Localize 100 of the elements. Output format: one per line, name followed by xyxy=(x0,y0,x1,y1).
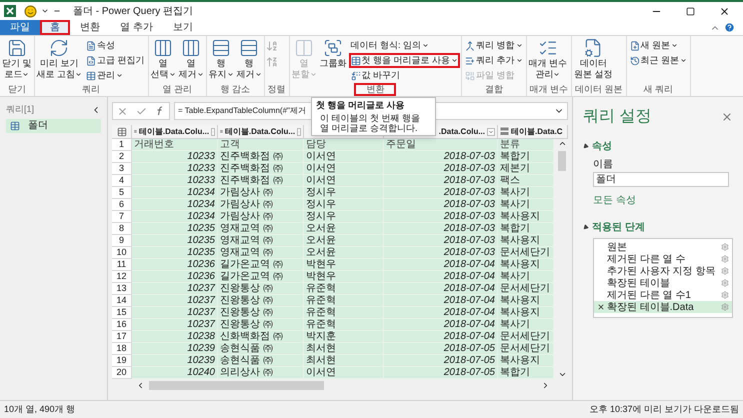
table-cell: 2018-07-03 xyxy=(384,175,498,187)
table-cell: 복합기 xyxy=(498,223,554,235)
table-cell: 10237 xyxy=(132,319,218,331)
table-cell: 2018-07-04 xyxy=(384,283,498,295)
table-cell: 2018-07-04 xyxy=(384,295,498,307)
table-cell: 오서윤 xyxy=(304,235,384,247)
group-label: 쿼리 xyxy=(81,83,102,96)
group-label: 새 쿼리 xyxy=(642,83,674,96)
group-label: 데이터 원본 xyxy=(574,83,624,96)
row-number: 15 xyxy=(112,307,132,319)
table-cell: 유준혁 xyxy=(304,283,384,295)
table-cell: 담당 xyxy=(304,139,384,151)
table-cell: 복사용지 xyxy=(498,211,554,223)
table-cell: 10239 xyxy=(132,355,218,367)
table-cell: 복사기 xyxy=(498,271,554,283)
panel-title: 쿼리 설정 xyxy=(583,107,652,127)
table-cell: 10234 xyxy=(132,199,218,211)
table-cell: 2018-07-03 xyxy=(384,199,498,211)
row-number: 1 xyxy=(112,139,132,151)
table-cell: 정시우 xyxy=(304,199,384,211)
window-title: 폴더 - Power Query 편집기 xyxy=(73,4,194,18)
table-cell: 2018-07-04 xyxy=(384,259,498,271)
table-cell: 정시우 xyxy=(304,187,384,199)
table-cell: 이서연 xyxy=(304,175,384,187)
table-cell: 제본기 xyxy=(498,163,554,175)
table-cell: 고객 xyxy=(218,139,304,151)
table-cell: 10238 xyxy=(132,331,218,343)
table-cell: 송현식품 ㈜ xyxy=(218,343,304,355)
table-cell: 가림상사 ㈜ xyxy=(218,187,304,199)
group-label: 변환 xyxy=(354,83,396,96)
row-number: 16 xyxy=(112,319,132,331)
group-label: 정렬 xyxy=(266,83,287,96)
row-number: 11 xyxy=(112,259,132,271)
group-label: 매개 변수 xyxy=(528,83,570,96)
field-label: 이름 xyxy=(593,158,614,172)
table-cell: 길가온교역 ㈜ xyxy=(218,271,304,283)
group-label: 결합 xyxy=(484,83,504,96)
table-cell: 10237 xyxy=(132,283,218,295)
table-cell: 10235 xyxy=(132,223,218,235)
table-cell: 10240 xyxy=(132,367,218,379)
table-cell: 2018-07-04 xyxy=(384,331,498,343)
table-cell: 영재교역 ㈜ xyxy=(218,223,304,235)
section-heading: 적용된 단계 xyxy=(592,221,645,235)
row-number: 17 xyxy=(112,331,132,343)
table-cell: 거래번호 xyxy=(132,139,218,151)
table-cell: 10234 xyxy=(132,211,218,223)
table-cell: 10233 xyxy=(132,175,218,187)
table-cell: 문서세단기 xyxy=(498,343,554,355)
status-text: 오후 10:37에 미리 보기가 다운로드됨 xyxy=(589,402,739,416)
table-cell: 신화백화점 ㈜ xyxy=(218,331,304,343)
table-cell: 복합기 xyxy=(498,151,554,163)
table-cell: 이서연 xyxy=(304,367,384,379)
row-number: 20 xyxy=(112,367,132,379)
group-label: 닫기 xyxy=(6,83,27,96)
row-number: 19 xyxy=(112,355,132,367)
group-label: 행 감소 xyxy=(219,83,251,96)
row-number: 13 xyxy=(112,283,132,295)
table-cell: 진왕통상 ㈜ xyxy=(218,307,304,319)
table-cell: 2018-07-03 xyxy=(384,235,498,247)
table-cell: 10235 xyxy=(132,247,218,259)
row-number: 12 xyxy=(112,271,132,283)
table-cell: 영재교역 ㈜ xyxy=(218,235,304,247)
table-cell: 10237 xyxy=(132,307,218,319)
table-cell: 길가온교역 ㈜ xyxy=(218,259,304,271)
table-cell: 복사용지 xyxy=(498,355,554,367)
table-cell: 가림상사 ㈜ xyxy=(218,199,304,211)
table-cell: 주문일 xyxy=(384,139,498,151)
table-cell: 2018-07-05 xyxy=(384,355,498,367)
table-cell: 팩스 xyxy=(498,175,554,187)
table-cell: 박현우 xyxy=(304,271,384,283)
table-cell: 2018-07-04 xyxy=(384,271,498,283)
row-number: 3 xyxy=(112,163,132,175)
row-number: 5 xyxy=(112,187,132,199)
table-cell: 2018-07-03 xyxy=(384,163,498,175)
table-cell: 박지훈 xyxy=(304,331,384,343)
table-cell: 문서세단기 xyxy=(498,331,554,343)
table-cell: 진주백화점 ㈜ xyxy=(218,163,304,175)
table-cell: 10234 xyxy=(132,187,218,199)
row-number: 6 xyxy=(112,199,132,211)
table-cell: 영재교역 ㈜ xyxy=(218,247,304,259)
table-cell: 2018-07-05 xyxy=(384,367,498,379)
table-cell: 2018-07-03 xyxy=(384,211,498,223)
table-cell: 복사기 xyxy=(498,187,554,199)
table-cell: 진주백화점 ㈜ xyxy=(218,151,304,163)
table-cell: 이서연 xyxy=(304,151,384,163)
table-cell: 2018-07-03 xyxy=(384,223,498,235)
table-cell: 정시우 xyxy=(304,211,384,223)
table-cell: 문서세단기 xyxy=(498,283,554,295)
table-cell: 2018-07-03 xyxy=(384,187,498,199)
table-cell: 복사기 xyxy=(498,319,554,331)
table-cell: 가림상사 ㈜ xyxy=(218,211,304,223)
table-cell: 박현우 xyxy=(304,259,384,271)
table-cell: 2018-07-03 xyxy=(384,247,498,259)
table-cell: 10233 xyxy=(132,163,218,175)
table-cell: 10233 xyxy=(132,151,218,163)
table-cell: 문서세단기 xyxy=(498,247,554,259)
table-cell: 분류 xyxy=(498,139,554,151)
section-heading: 속성 xyxy=(592,140,612,154)
table-cell: 송현식품 ㈜ xyxy=(218,355,304,367)
status-text: 10개 열, 490개 행 xyxy=(4,402,76,416)
